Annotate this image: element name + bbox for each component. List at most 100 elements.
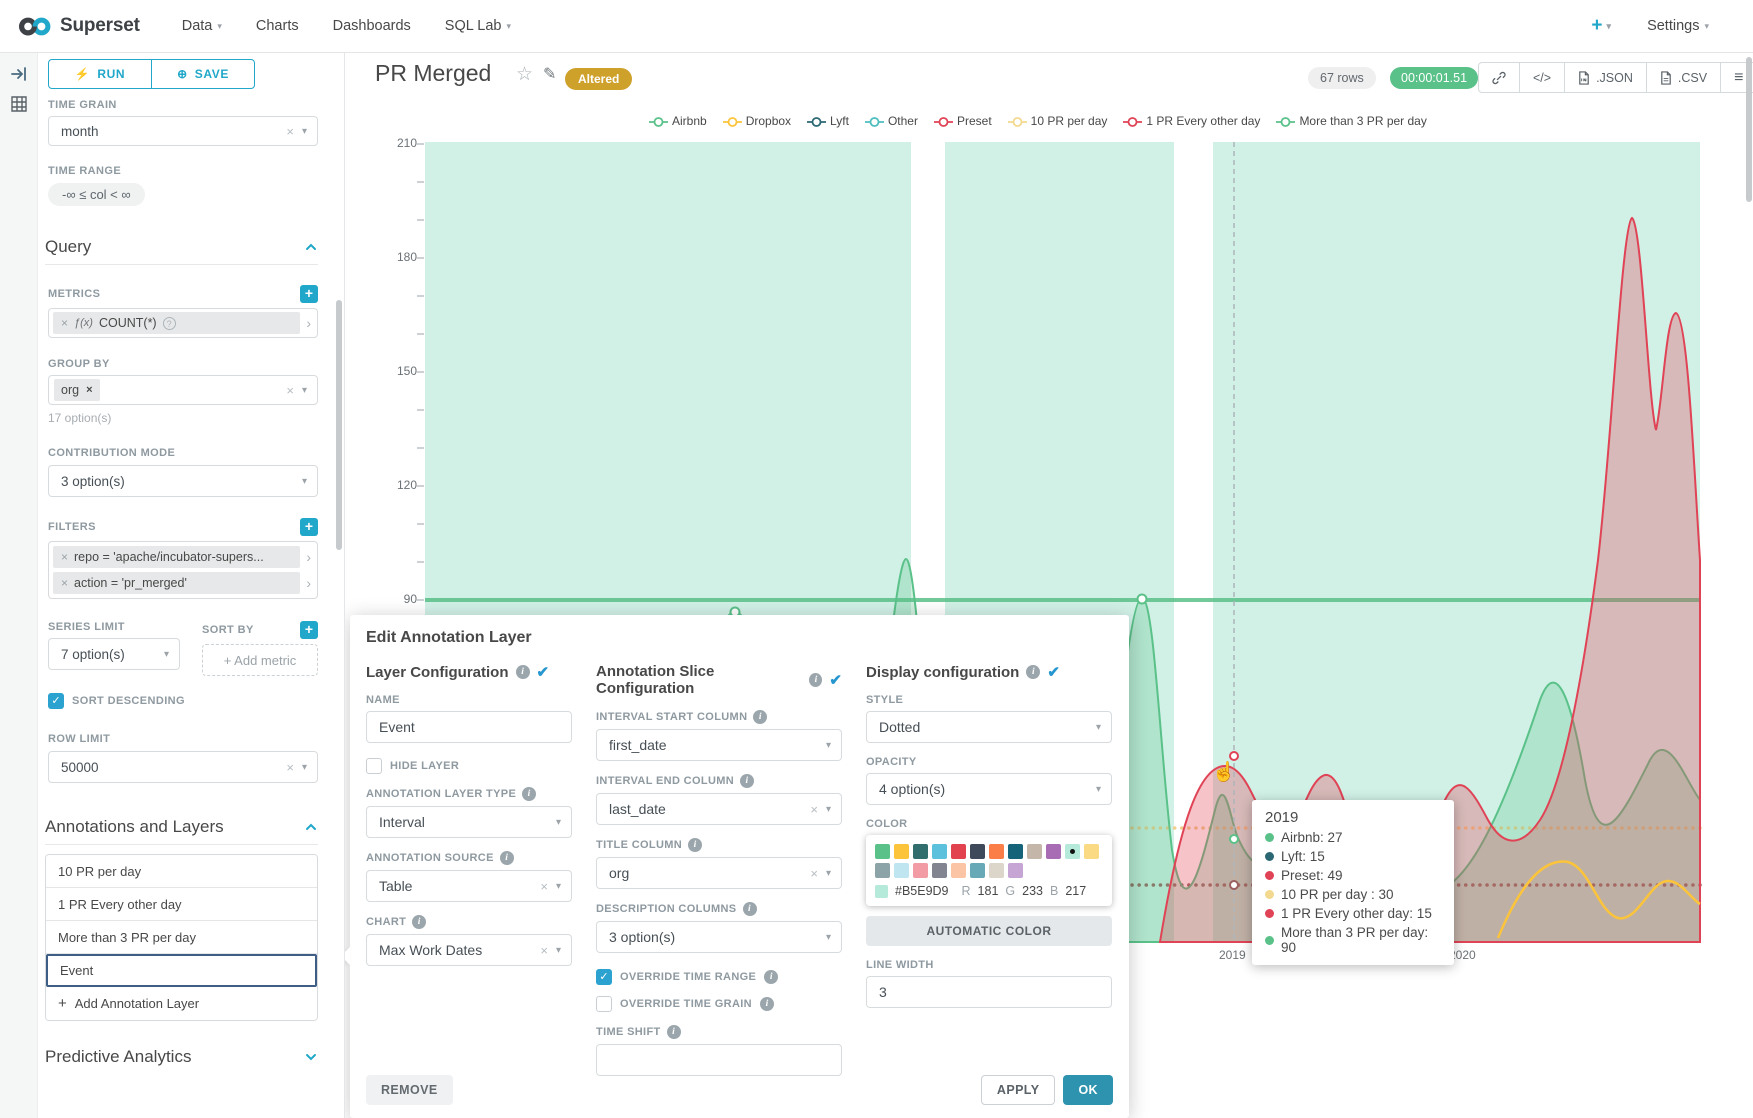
info-icon[interactable]: i: [500, 851, 514, 865]
share-link-button[interactable]: [1479, 63, 1520, 92]
metric-chip[interactable]: × ƒ(x) COUNT(*) ?: [53, 312, 300, 334]
time-shift-input[interactable]: [596, 1044, 842, 1076]
info-icon[interactable]: i: [688, 838, 702, 852]
opacity-select[interactable]: 4 option(s)▾: [866, 773, 1112, 805]
color-swatch[interactable]: [1027, 844, 1042, 859]
line-width-input[interactable]: [866, 976, 1112, 1008]
color-swatch[interactable]: [989, 863, 1004, 878]
legend-item[interactable]: Airbnb: [648, 114, 707, 128]
annotation-layer-item-selected[interactable]: Event: [46, 954, 317, 987]
chart-select[interactable]: Max Work Dates×▾: [366, 934, 572, 966]
legend-item[interactable]: Other: [864, 114, 918, 128]
remove-filter-icon[interactable]: ×: [61, 550, 68, 564]
info-icon[interactable]: i: [667, 1025, 681, 1039]
info-icon[interactable]: i: [760, 997, 774, 1011]
annotation-layer-item[interactable]: 1 PR Every other day: [46, 888, 317, 921]
automatic-color-button[interactable]: AUTOMATIC COLOR: [866, 916, 1112, 946]
color-swatch[interactable]: [951, 863, 966, 878]
legend-item[interactable]: 10 PR per day: [1007, 114, 1108, 128]
legend-item[interactable]: Preset: [933, 114, 992, 128]
filter-chip[interactable]: ×repo = 'apache/incubator-supers...: [53, 546, 300, 568]
info-icon[interactable]: i: [1026, 665, 1040, 679]
question-circle-icon[interactable]: ?: [163, 317, 176, 330]
legend-item[interactable]: 1 PR Every other day: [1122, 114, 1260, 128]
nav-charts[interactable]: Charts: [256, 18, 299, 34]
interval-start-column-select[interactable]: first_date▾: [596, 729, 842, 761]
hide-layer-checkbox[interactable]: HIDE LAYER: [366, 758, 572, 774]
sort-descending-checkbox[interactable]: ✓ SORT DESCENDING: [48, 693, 318, 709]
nav-dashboards[interactable]: Dashboards: [333, 18, 411, 34]
group-by-select[interactable]: org× × ▾: [48, 375, 318, 405]
color-swatch[interactable]: [932, 863, 947, 878]
altered-badge[interactable]: Altered: [565, 68, 632, 90]
rgb-g-value[interactable]: 233: [1022, 884, 1043, 898]
color-swatch[interactable]: [1008, 844, 1023, 859]
info-icon[interactable]: i: [753, 710, 767, 724]
color-swatch[interactable]: [913, 844, 928, 859]
query-duration-pill[interactable]: 00:00:01.51: [1390, 67, 1478, 89]
clear-icon[interactable]: ×: [540, 943, 548, 958]
predictive-section-header[interactable]: Predictive Analytics: [45, 1047, 318, 1067]
annotation-layer-item[interactable]: More than 3 PR per day: [46, 921, 317, 954]
hex-value[interactable]: #B5E9D9: [895, 884, 949, 898]
color-swatch[interactable]: [875, 863, 890, 878]
color-swatch[interactable]: [894, 863, 909, 878]
info-icon[interactable]: i: [809, 673, 822, 687]
color-swatch-selected[interactable]: [1065, 844, 1080, 859]
series-limit-select[interactable]: 7 option(s) ▾: [48, 638, 180, 670]
remove-metric-icon[interactable]: ×: [61, 316, 68, 330]
add-metric-button[interactable]: +: [300, 285, 318, 303]
apply-button[interactable]: APPLY: [981, 1075, 1056, 1105]
add-filter-button[interactable]: +: [300, 518, 318, 536]
rgb-r-value[interactable]: 181: [978, 884, 999, 898]
window-scrollbar[interactable]: [1746, 57, 1752, 202]
run-button[interactable]: ⚡RUN: [49, 60, 152, 88]
color-swatch[interactable]: [1084, 844, 1099, 859]
interval-end-column-select[interactable]: last_date×▾: [596, 793, 842, 825]
edit-properties-icon[interactable]: ✎: [543, 64, 556, 84]
settings-menu[interactable]: Settings▾: [1647, 18, 1709, 34]
collapse-panel-icon[interactable]: [10, 65, 28, 83]
annotation-layer-type-select[interactable]: Interval▾: [366, 806, 572, 838]
override-time-grain-checkbox[interactable]: OVERRIDE TIME GRAINi: [596, 996, 842, 1012]
info-icon[interactable]: i: [516, 665, 530, 679]
info-icon[interactable]: i: [412, 915, 426, 929]
color-swatch[interactable]: [989, 844, 1004, 859]
legend-item[interactable]: Dropbox: [722, 114, 791, 128]
clear-icon[interactable]: ×: [810, 866, 818, 881]
clear-icon[interactable]: ×: [286, 124, 294, 139]
export-csv-button[interactable]: .CSV: [1647, 63, 1721, 92]
color-swatch[interactable]: [894, 844, 909, 859]
color-swatch[interactable]: [951, 844, 966, 859]
override-time-range-checkbox[interactable]: ✓ OVERRIDE TIME RANGEi: [596, 969, 842, 985]
remove-button[interactable]: REMOVE: [366, 1075, 453, 1105]
legend-item[interactable]: More than 3 PR per day: [1275, 114, 1426, 128]
datasource-grid-icon[interactable]: [10, 95, 28, 113]
ok-button[interactable]: OK: [1063, 1075, 1113, 1105]
info-icon[interactable]: i: [743, 902, 757, 916]
panel-scrollbar[interactable]: [336, 300, 342, 550]
export-json-button[interactable]: .JSON: [1565, 63, 1647, 92]
color-swatch[interactable]: [970, 863, 985, 878]
style-select[interactable]: Dotted▾: [866, 711, 1112, 743]
filter-chip[interactable]: ×action = 'pr_merged': [53, 572, 300, 594]
legend-item[interactable]: Lyft: [806, 114, 849, 128]
annotation-source-select[interactable]: Table×▾: [366, 870, 572, 902]
new-item-button[interactable]: +▾: [1591, 15, 1611, 37]
superset-logo[interactable]: Superset: [18, 15, 140, 37]
color-swatch[interactable]: [970, 844, 985, 859]
nav-sql-lab[interactable]: SQL Lab▾: [445, 18, 511, 34]
rgb-b-value[interactable]: 217: [1065, 884, 1086, 898]
view-query-button[interactable]: </>: [1520, 63, 1565, 92]
time-range-pill[interactable]: -∞ ≤ col < ∞: [48, 183, 145, 206]
time-grain-select[interactable]: month × ▾: [48, 116, 318, 146]
group-by-chip[interactable]: org×: [54, 379, 100, 401]
name-input[interactable]: [366, 711, 572, 743]
info-icon[interactable]: i: [740, 774, 754, 788]
favorite-star-icon[interactable]: ☆: [516, 63, 533, 86]
remove-filter-icon[interactable]: ×: [61, 576, 68, 590]
description-columns-select[interactable]: 3 option(s)▾: [596, 921, 842, 953]
color-swatch[interactable]: [1046, 844, 1061, 859]
annotations-section-header[interactable]: Annotations and Layers: [45, 817, 318, 837]
nav-data[interactable]: Data▾: [182, 18, 222, 34]
